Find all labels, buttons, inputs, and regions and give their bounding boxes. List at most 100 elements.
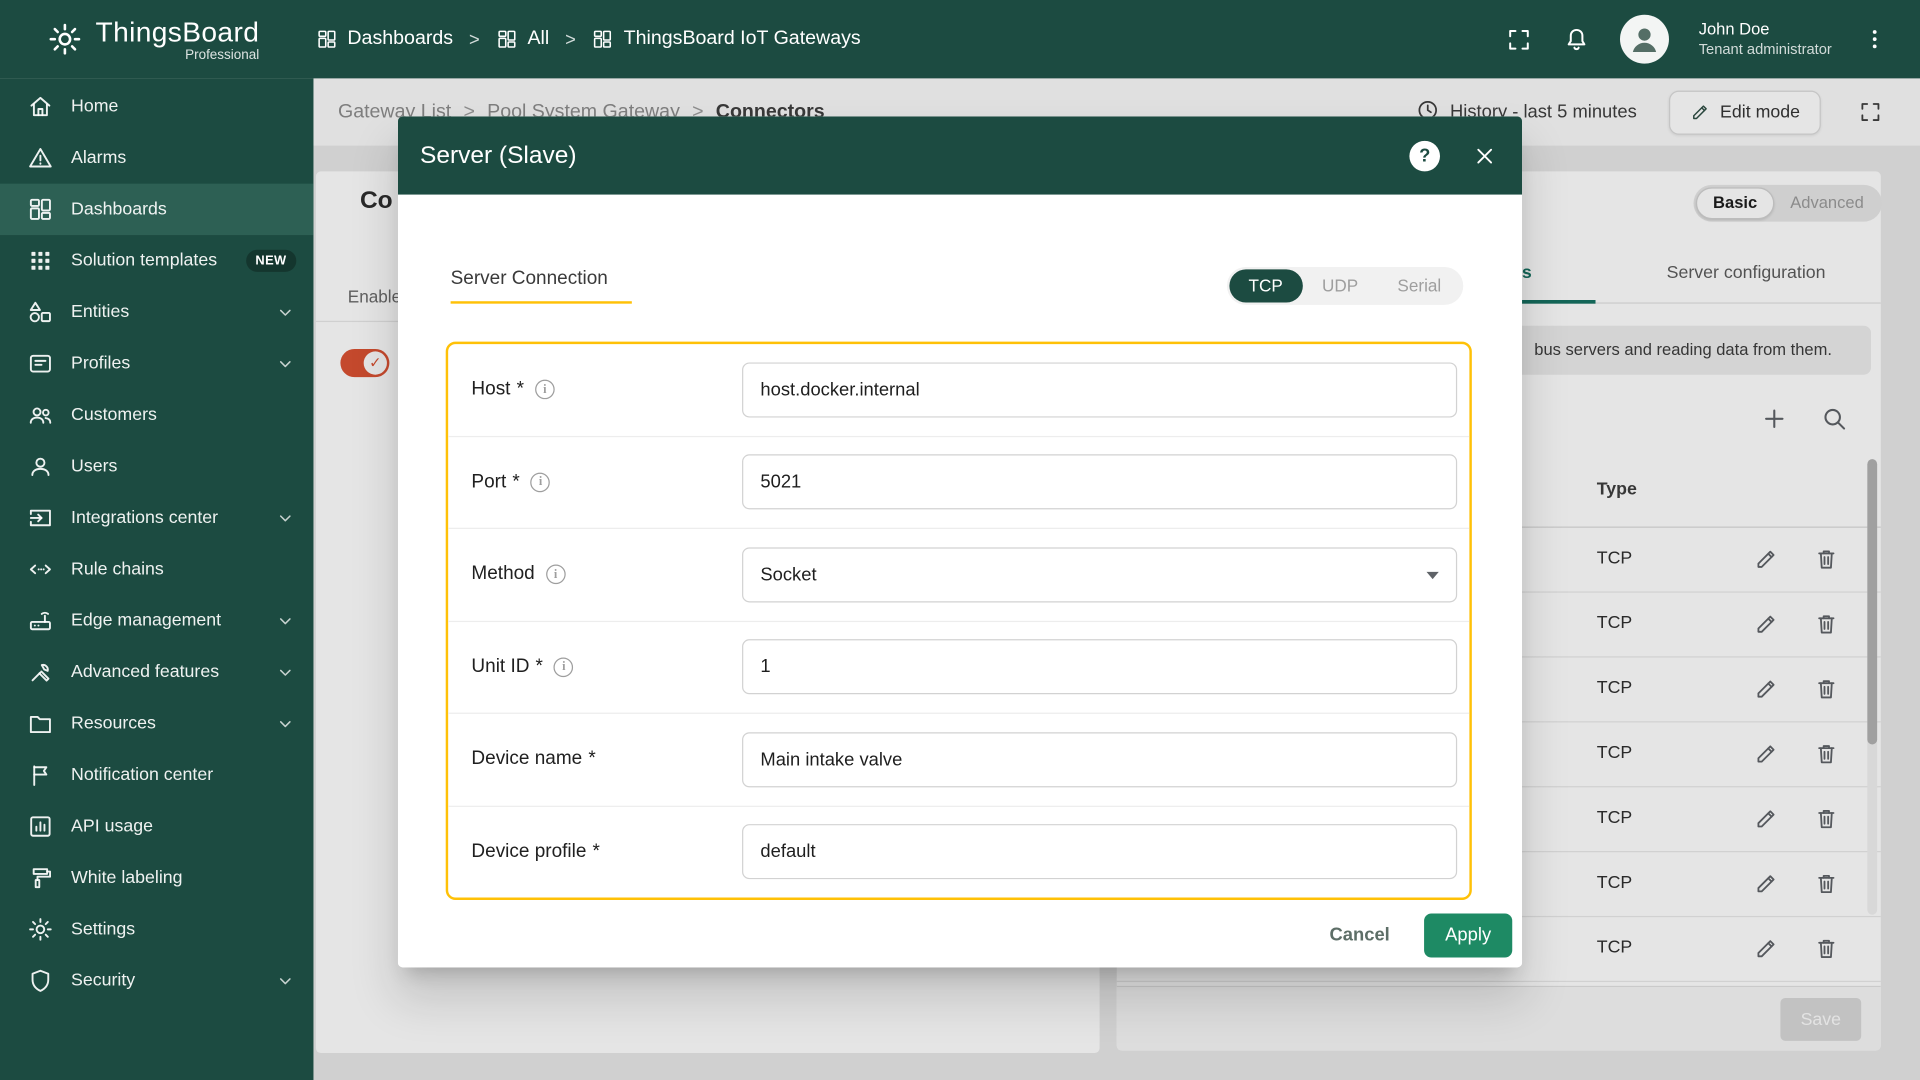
field-label: Device name * — [471, 748, 596, 770]
sidebar-item-label: Dashboards — [71, 199, 167, 220]
avatar[interactable] — [1620, 14, 1670, 64]
gear-icon — [27, 916, 54, 943]
field-value: Main intake valve — [760, 749, 903, 770]
method-select[interactable]: Socket — [742, 547, 1458, 603]
sidebar-item-label: Solution templates — [71, 251, 218, 271]
protocol-toggle-group: TCP UDP Serial — [1226, 266, 1464, 305]
sidebar-item-label: Alarms — [71, 148, 127, 168]
sidebar-item-home[interactable]: Home — [0, 81, 313, 132]
chart-box-icon — [27, 813, 54, 840]
sidebar-item-label: Settings — [71, 919, 136, 940]
host-input[interactable]: host.docker.internal — [742, 362, 1458, 418]
info-icon[interactable]: i — [545, 564, 566, 585]
kebab-menu-icon[interactable] — [1861, 26, 1888, 53]
required-asterisk: * — [516, 378, 524, 400]
required-asterisk: * — [588, 748, 596, 770]
top-breadcrumb: Dashboards > All > ThingsBoard IoT Gateways — [316, 28, 861, 50]
shield-icon — [27, 967, 54, 994]
sidebar-item-settings[interactable]: Settings — [0, 904, 313, 955]
sidebar-item-edge-management[interactable]: Edge management — [0, 595, 313, 646]
unit-id-input[interactable]: 1 — [742, 639, 1458, 695]
new-badge: NEW — [245, 249, 297, 272]
chevron-down-icon — [274, 353, 296, 375]
sidebar-item-advanced-features[interactable]: Advanced features — [0, 647, 313, 698]
apply-button[interactable]: Apply — [1424, 912, 1513, 957]
user-block[interactable]: John Doe Tenant administrator — [1699, 20, 1832, 59]
sidebar-item-resources[interactable]: Resources — [0, 698, 313, 749]
dashboards-icon — [316, 28, 338, 50]
sidebar-item-white-labeling[interactable]: White labeling — [0, 852, 313, 903]
port-input[interactable]: 5021 — [742, 454, 1458, 510]
group-icon — [27, 402, 54, 429]
sidebar-item-api-usage[interactable]: API usage — [0, 801, 313, 852]
sidebar-item-rule-chains[interactable]: Rule chains — [0, 544, 313, 595]
server-connection-form: Host * i host.docker.internal Port * i 5021 Meth… — [445, 341, 1472, 900]
sidebar-item-label: Users — [71, 456, 118, 477]
protocol-tab-serial[interactable]: Serial — [1378, 269, 1461, 302]
dialog-header: Server (Slave) ? — [397, 116, 1523, 195]
server-slave-dialog: Server (Slave) ? Server Connection TCP UD… — [397, 116, 1523, 968]
close-icon[interactable] — [1472, 143, 1498, 169]
breadcrumb-thingsboard-iot-gateways[interactable]: ThingsBoard IoT Gateways — [592, 28, 861, 50]
app-root: ThingsBoard Professional Dashboards > All >… — [0, 0, 1920, 1080]
dialog-body: Server Connection TCP UDP Serial Host * i hos… — [397, 194, 1523, 968]
badge-icon — [27, 350, 54, 377]
sidebar-item-customers[interactable]: Customers — [0, 389, 313, 440]
field-label: Host * i — [471, 379, 742, 401]
cancel-button[interactable]: Cancel — [1317, 915, 1402, 955]
brand-name: ThingsBoard — [95, 15, 260, 48]
help-icon[interactable]: ? — [1409, 140, 1440, 171]
sidebar-item-label: Profiles — [71, 353, 131, 374]
field-value: 1 — [760, 656, 771, 678]
notifications-bell-icon[interactable] — [1563, 25, 1591, 53]
sidebar-item-users[interactable]: Users — [0, 441, 313, 492]
breadcrumb-separator: > — [565, 28, 576, 50]
breadcrumb-dashboards[interactable]: Dashboards — [316, 28, 453, 50]
sidebar-item-label: Rule chains — [71, 559, 164, 580]
form-row-host: Host * i host.docker.internal — [448, 344, 1470, 437]
user-name: John Doe — [1698, 19, 1770, 38]
home-icon — [27, 93, 54, 120]
sidebar-item-label: Advanced features — [71, 662, 220, 683]
chevron-down-icon — [274, 661, 296, 683]
fullscreen-icon[interactable] — [1505, 25, 1533, 53]
field-value: host.docker.internal — [760, 379, 920, 401]
breadcrumb-all[interactable]: All — [496, 28, 549, 50]
form-row-device-name: Device name * Main intake valve — [448, 714, 1470, 807]
chevron-down-icon — [274, 507, 296, 529]
field-label: Port * i — [471, 471, 742, 493]
apps-icon — [27, 247, 54, 274]
protocol-tab-tcp[interactable]: TCP — [1228, 269, 1303, 303]
info-icon[interactable]: i — [553, 657, 574, 677]
code-icon — [27, 556, 54, 583]
sidebar-item-label: Integrations center — [71, 508, 219, 528]
topbar: ThingsBoard Professional Dashboards > All >… — [0, 0, 1920, 79]
alarm-icon — [27, 144, 54, 171]
field-value: default — [760, 841, 816, 863]
dashboards-icon — [27, 196, 54, 223]
sidebar-item-solution-templates[interactable]: Solution templates NEW — [0, 235, 313, 286]
sidebar-item-alarms[interactable]: Alarms — [0, 132, 313, 183]
sidebar-item-dashboards[interactable]: Dashboards — [0, 183, 314, 236]
sidebar-item-profiles[interactable]: Profiles — [0, 338, 313, 389]
sidebar-item-integrations-center[interactable]: Integrations center — [0, 492, 313, 543]
gear-logo-icon — [47, 21, 84, 58]
field-label: Method i — [471, 564, 742, 586]
tools-icon — [27, 659, 54, 686]
sidebar-item-security[interactable]: Security — [0, 955, 313, 1006]
form-row-method: Method i Socket — [448, 529, 1470, 622]
user-role: Tenant administrator — [1698, 40, 1832, 58]
info-icon[interactable]: i — [530, 472, 551, 492]
paint-icon — [27, 864, 54, 891]
sidebar-item-notification-center[interactable]: Notification center — [0, 749, 313, 800]
device-name-input[interactable]: Main intake valve — [742, 731, 1458, 788]
sidebar-item-entities[interactable]: Entities — [0, 287, 313, 338]
info-icon[interactable]: i — [535, 379, 555, 400]
protocol-tab-udp[interactable]: UDP — [1302, 269, 1377, 302]
thingsboard-logo[interactable]: ThingsBoard Professional — [47, 17, 260, 62]
form-row-unit-id: Unit ID * i 1 — [448, 621, 1470, 714]
sidebar-item-label: API usage — [71, 816, 153, 837]
form-row-port: Port * i 5021 — [448, 437, 1470, 529]
device-profile-input[interactable]: default — [742, 824, 1458, 880]
person-icon — [27, 453, 54, 480]
